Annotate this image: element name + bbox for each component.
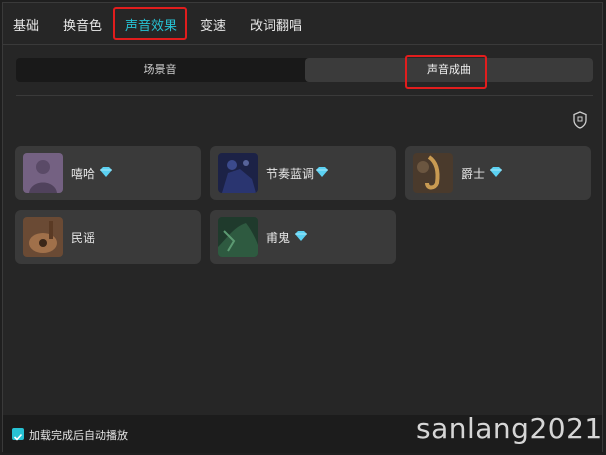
shield-icon[interactable] [572, 111, 588, 129]
effect-card-jazz[interactable]: 爵士 [405, 146, 591, 200]
tab-lyrics-cover[interactable]: 改词翻唱 [250, 15, 302, 34]
gem-icon [100, 167, 112, 177]
gem-icon [295, 231, 307, 241]
ghost-thumbnail [218, 217, 258, 257]
segment-control: 场景音 声音成曲 [16, 58, 593, 82]
gem-icon [316, 167, 328, 177]
effect-card-folk[interactable]: 民谣 [15, 210, 201, 264]
gem-icon [490, 167, 502, 177]
autoplay-label: 加载完成后自动播放 [29, 429, 128, 442]
jazz-thumbnail [413, 153, 453, 193]
tab-highlight-box [113, 7, 187, 40]
folk-thumbnail [23, 217, 63, 257]
tab-speed[interactable]: 变速 [200, 15, 226, 34]
autoplay-checkbox[interactable] [12, 428, 24, 441]
effect-card-label: 民谣 [71, 231, 96, 245]
tab-voice-change[interactable]: 换音色 [63, 15, 102, 34]
effect-card-rnb[interactable]: 节奏蓝调 [210, 146, 396, 200]
effect-card-label: 爵士 [461, 167, 486, 181]
effect-card-hiphop[interactable]: 嘻哈 [15, 146, 201, 200]
tab-basic[interactable]: 基础 [13, 15, 39, 34]
segment-scene-sound[interactable]: 场景音 [16, 58, 304, 82]
effect-card-ghost[interactable]: 甫鬼 [210, 210, 396, 264]
divider [16, 95, 593, 96]
sound-effects-panel: 基础 换音色 声音效果 变速 改词翻唱 场景音 声音成曲 嘻哈 节奏蓝调 爵士 … [2, 2, 603, 453]
watermark-text: sanlang2021 [416, 412, 603, 445]
top-tab-bar: 基础 换音色 声音效果 变速 改词翻唱 [3, 3, 602, 45]
effect-card-label: 嘻哈 [71, 167, 96, 181]
rnb-thumbnail [218, 153, 258, 193]
effect-card-label: 甫鬼 [266, 231, 291, 245]
hiphop-thumbnail [23, 153, 63, 193]
segment-highlight-box [405, 55, 487, 89]
checkmark-icon [13, 433, 23, 441]
effect-card-label: 节奏蓝调 [266, 167, 315, 181]
